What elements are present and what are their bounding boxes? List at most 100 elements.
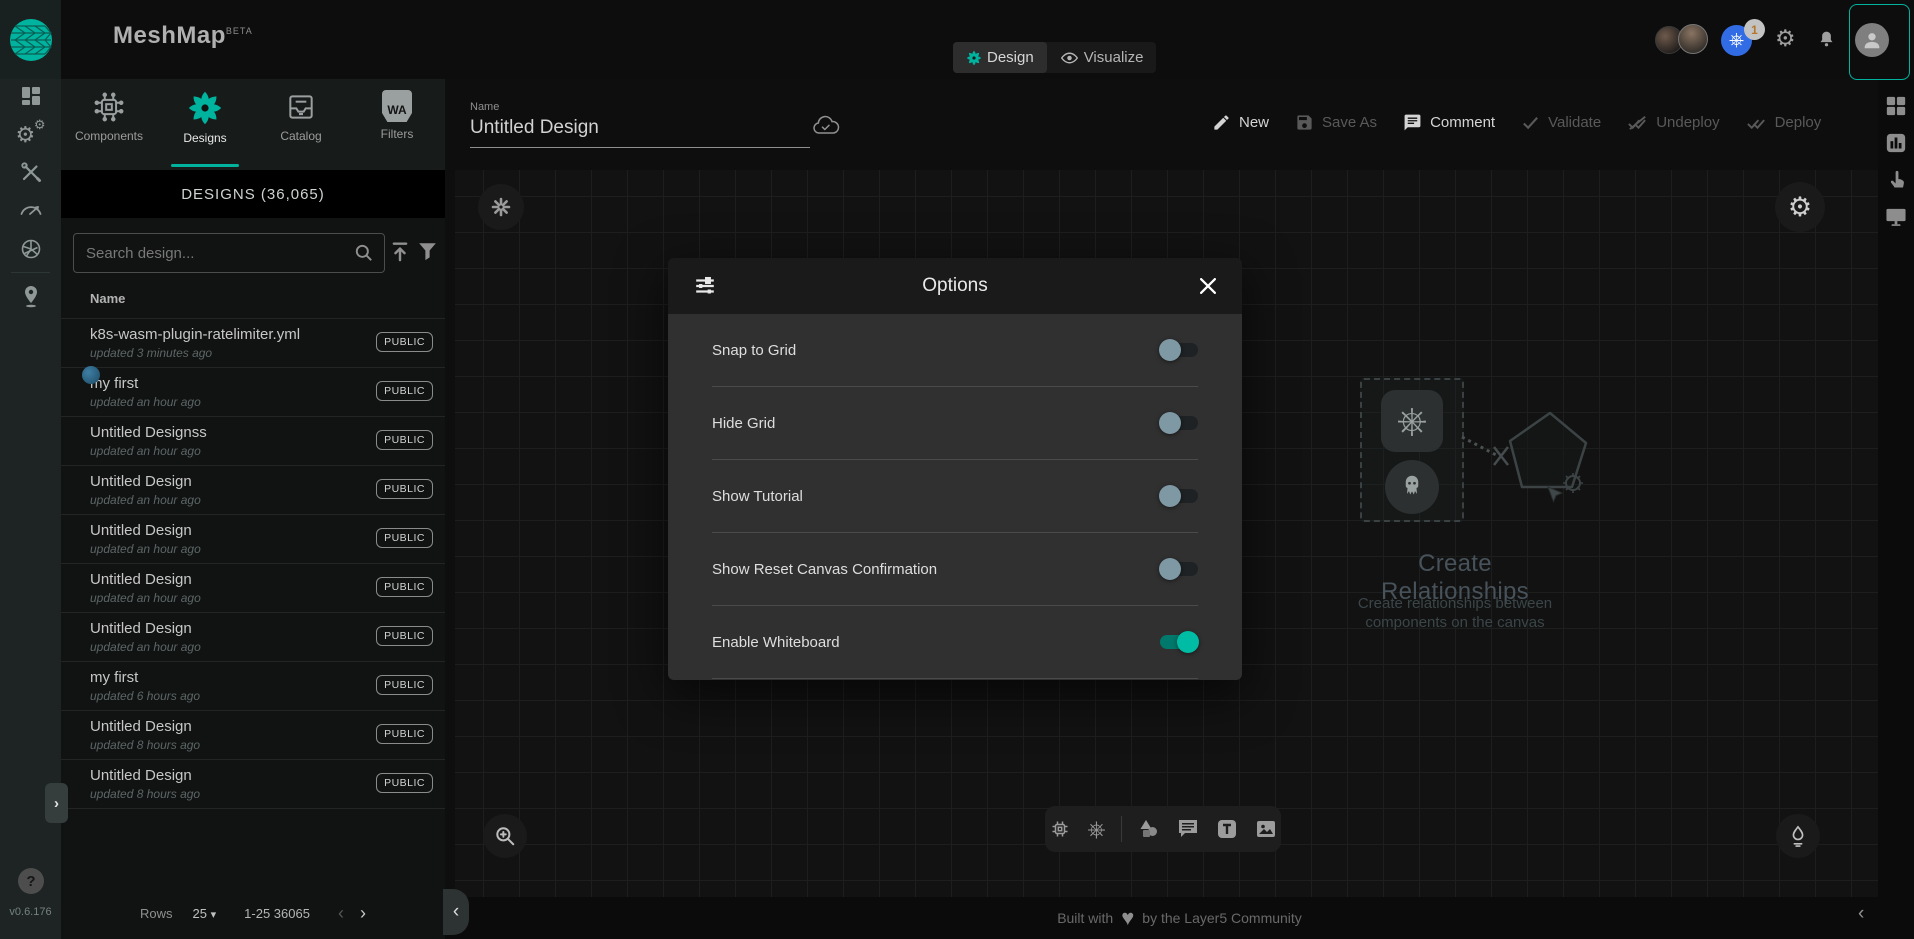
design-row[interactable]: Untitled Design updated an hour ago PUBL… — [61, 613, 445, 662]
nav-service-mesh-icon[interactable] — [0, 237, 61, 261]
search-icon — [354, 243, 374, 263]
tab-designs[interactable]: Designs — [157, 79, 253, 170]
zoom-button[interactable] — [483, 814, 527, 858]
mode-design[interactable]: Design — [953, 42, 1047, 73]
canvas-kubernetes-spinner-button[interactable] — [478, 184, 524, 230]
pagination-bar: Rows 25 ▾ 1-25 36065 ‹ › — [61, 891, 445, 936]
footer-built-with: Built with — [1057, 910, 1113, 926]
design-row[interactable]: my first updated 6 hours ago PUBLIC — [61, 662, 445, 711]
panel-expander-button[interactable]: › — [45, 783, 68, 823]
strip-chart-icon[interactable] — [1885, 132, 1907, 154]
footer-collapse-right-button[interactable]: ‹ — [1858, 903, 1864, 925]
import-design-icon[interactable] — [389, 240, 411, 262]
option-toggle[interactable] — [1160, 343, 1198, 357]
caret-down-icon: ▾ — [211, 909, 217, 921]
comment-button[interactable]: Comment — [1403, 113, 1495, 132]
options-modal-header: Options — [668, 258, 1242, 314]
gear-icon: ⚙ — [1788, 194, 1812, 221]
save-as-button[interactable]: Save As — [1295, 113, 1377, 132]
dock-comment-icon[interactable] — [1176, 817, 1200, 841]
floppy-icon — [1295, 113, 1314, 132]
deploy-button[interactable]: Deploy — [1746, 114, 1822, 131]
validate-button[interactable]: Validate — [1521, 114, 1601, 131]
notifications-bell-icon[interactable] — [1816, 28, 1837, 51]
design-row[interactable]: Untitled Designss updated an hour ago PU… — [61, 417, 445, 466]
strip-grid-view-icon[interactable] — [1885, 95, 1907, 117]
layer5-logo[interactable] — [0, 0, 61, 79]
mode-switcher: Design Visualize — [953, 42, 1156, 73]
squid-icon — [1397, 472, 1427, 502]
rows-per-page-select[interactable]: 25 ▾ — [193, 906, 217, 921]
option-row: Hide Grid — [712, 387, 1198, 460]
design-pinwheel-icon — [966, 50, 982, 66]
brand-title: MeshMapBETA — [113, 22, 253, 50]
undeploy-button[interactable]: Undeploy — [1627, 114, 1719, 131]
designs-count-header: DESIGNS (36,065) — [61, 170, 445, 218]
visualize-eye-icon — [1060, 50, 1079, 66]
dock-image-icon[interactable] — [1254, 817, 1278, 841]
visibility-badge: PUBLIC — [376, 381, 433, 401]
double-check-slash-icon — [1627, 114, 1648, 131]
app-version: v0.6.176 — [0, 906, 61, 918]
dock-components-icon[interactable] — [1048, 817, 1072, 841]
next-page-button[interactable]: › — [360, 903, 366, 924]
nav-meshmap-pin-icon[interactable] — [0, 284, 61, 310]
toggle-knob — [1159, 339, 1181, 361]
design-row[interactable]: k8s-wasm-plugin-ratelimiter.yml updated … — [61, 319, 445, 368]
strip-display-icon[interactable] — [1885, 207, 1907, 227]
option-toggle[interactable] — [1160, 635, 1198, 649]
dock-kubernetes-icon[interactable]: ⎈ — [1087, 818, 1105, 841]
toggle-knob — [1159, 412, 1181, 434]
dock-shapes-icon[interactable] — [1137, 817, 1161, 841]
option-toggle[interactable] — [1160, 562, 1198, 576]
options-modal: Options Snap to Grid Hide Grid Show Tuto… — [668, 258, 1242, 680]
heart-icon: ♥ — [1121, 907, 1134, 929]
visibility-badge: PUBLIC — [376, 332, 433, 352]
footer-collapse-left-button[interactable]: ‹ — [443, 889, 469, 935]
new-button[interactable]: New — [1212, 113, 1269, 132]
design-name-input[interactable] — [470, 117, 810, 148]
visibility-badge: PUBLIC — [376, 675, 433, 695]
option-toggle[interactable] — [1160, 416, 1198, 430]
top-header-bar: MeshMapBETA Design Visualize ⎈ 1 ⚙ — [61, 0, 1914, 79]
name-column-header: Name — [90, 291, 125, 306]
mode-visualize[interactable]: Visualize — [1047, 42, 1157, 73]
design-row[interactable]: Untitled Design updated an hour ago PUBL… — [61, 515, 445, 564]
filters-wasm-icon: WA — [382, 90, 412, 122]
right-tool-strip — [1878, 79, 1914, 897]
nav-lifecycle-gears-icon[interactable]: ⚙ ⚙ — [0, 122, 61, 148]
option-label: Show Tutorial — [712, 488, 803, 505]
settings-gear-icon[interactable]: ⚙ — [1775, 27, 1796, 50]
design-row[interactable]: Untitled Design updated an hour ago PUBL… — [61, 564, 445, 613]
help-button[interactable]: ? — [18, 868, 44, 894]
design-owner-avatar — [82, 366, 100, 384]
visibility-badge: PUBLIC — [376, 577, 433, 597]
nav-performance-icon[interactable] — [0, 198, 61, 222]
close-icon[interactable] — [1200, 278, 1216, 294]
canvas-settings-button[interactable]: ⚙ — [1775, 182, 1825, 232]
collaborator-avatar-2[interactable] — [1678, 24, 1708, 54]
design-row[interactable]: my first updated an hour ago PUBLIC — [61, 368, 445, 417]
tab-components[interactable]: Components — [61, 79, 157, 170]
design-row[interactable]: Untitled Design updated 8 hours ago PUBL… — [61, 760, 445, 809]
option-toggle[interactable] — [1160, 489, 1198, 503]
dock-text-icon[interactable] — [1215, 817, 1239, 841]
double-check-icon — [1746, 114, 1767, 131]
tab-catalog[interactable]: Catalog — [253, 79, 349, 170]
option-label: Enable Whiteboard — [712, 634, 840, 651]
prev-page-button[interactable]: ‹ — [338, 903, 344, 924]
search-box — [73, 233, 385, 273]
search-input[interactable] — [74, 245, 354, 262]
toggle-knob — [1177, 631, 1199, 653]
strip-touch-icon[interactable] — [1886, 169, 1907, 191]
droplet-icon — [1787, 824, 1809, 848]
filter-funnel-icon[interactable] — [417, 241, 438, 261]
design-row[interactable]: Untitled Design updated 8 hours ago PUBL… — [61, 711, 445, 760]
components-chip-icon — [92, 90, 126, 124]
tab-filters[interactable]: WA Filters — [349, 79, 445, 170]
canvas-pin-button[interactable] — [1776, 814, 1820, 858]
nav-dashboard-icon[interactable] — [0, 84, 61, 108]
design-row[interactable]: Untitled Design updated an hour ago PUBL… — [61, 466, 445, 515]
nav-toolbox-icon[interactable] — [0, 160, 61, 184]
toggle-knob — [1159, 558, 1181, 580]
